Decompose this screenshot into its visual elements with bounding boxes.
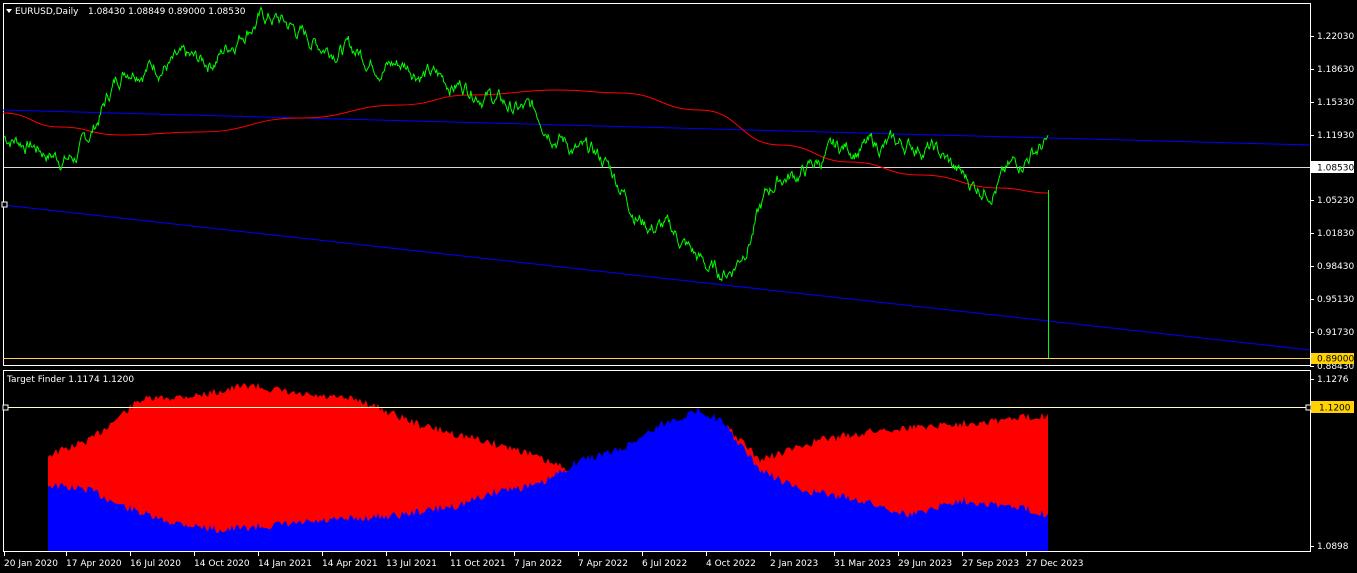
price-axis-label: 1.05230 bbox=[1317, 196, 1354, 206]
indicator-level-handle-left[interactable] bbox=[2, 404, 9, 411]
channel-anchor-handle[interactable] bbox=[1, 201, 8, 208]
indicator-axis[interactable]: 1.1276 1.1200 1.0898 bbox=[1310, 375, 1354, 552]
indicator-level-handle-right[interactable] bbox=[1305, 404, 1312, 411]
price-axis-label: 1.15330 bbox=[1317, 98, 1354, 108]
low-level-tag-text: 0.89000 bbox=[1317, 355, 1354, 365]
time-axis-label: 7 Apr 2022 bbox=[578, 559, 628, 569]
time-axis-label: 27 Dec 2023 bbox=[1026, 559, 1084, 569]
price-axis-label: 1.01830 bbox=[1317, 229, 1354, 239]
time-axis-label: 14 Apr 2021 bbox=[322, 559, 378, 569]
low-level-tag: 0.89000 bbox=[1311, 353, 1354, 365]
indicator-axis-top-label: 1.1276 bbox=[1317, 375, 1349, 385]
time-axis-label: 16 Jul 2020 bbox=[130, 559, 181, 569]
price-line bbox=[3, 6, 1049, 282]
current-price-tag: 1.08530 bbox=[1311, 161, 1354, 174]
time-axis-label: 13 Jul 2021 bbox=[386, 559, 437, 569]
price-axis-label: 1.18630 bbox=[1317, 65, 1354, 75]
time-axis-label: 14 Oct 2020 bbox=[194, 559, 250, 569]
current-price-tag-text: 1.08530 bbox=[1317, 164, 1354, 174]
price-axis-label: 0.91730 bbox=[1317, 328, 1354, 338]
price-axis-label: 1.22030 bbox=[1317, 32, 1354, 42]
price-axis[interactable]: 1.22030 1.18630 1.15330 1.11930 1.08530 1.052… bbox=[1310, 32, 1354, 372]
channel-upper-line[interactable] bbox=[2, 109, 1311, 146]
time-axis-label: 20 Jan 2020 bbox=[4, 559, 58, 569]
moving-average-line bbox=[2, 89, 1049, 194]
price-axis-label: 0.98430 bbox=[1317, 262, 1354, 272]
time-axis-label: 2 Jan 2023 bbox=[770, 559, 818, 569]
indicator-level-tag-text: 1.1200 bbox=[1319, 404, 1351, 414]
time-axis-label: 27 Sep 2023 bbox=[962, 559, 1019, 569]
symbol-label: EURUSD,Daily bbox=[15, 7, 79, 17]
chevron-down-icon[interactable] bbox=[6, 9, 12, 13]
time-axis-label: 29 Jun 2023 bbox=[898, 559, 952, 569]
time-axis-label: 14 Jan 2021 bbox=[258, 559, 312, 569]
time-axis-label: 17 Apr 2020 bbox=[66, 559, 122, 569]
time-axis-label: 6 Jul 2022 bbox=[642, 559, 687, 569]
chart-window[interactable]: EURUSD,Daily 1.08430 1.08849 0.89000 1.0… bbox=[0, 0, 1357, 573]
time-axis-label: 31 Mar 2023 bbox=[834, 559, 891, 569]
time-axis-label: 11 Oct 2021 bbox=[450, 559, 506, 569]
price-axis-label: 1.11930 bbox=[1317, 131, 1354, 141]
time-axis[interactable]: 20 Jan 2020 17 Apr 2020 16 Jul 2020 14 Oct … bbox=[4, 552, 1084, 569]
time-axis-label: 7 Jan 2022 bbox=[514, 559, 562, 569]
price-axis-label: 0.95130 bbox=[1317, 295, 1354, 305]
indicator-title: Target Finder 1.1174 1.1200 bbox=[6, 375, 134, 385]
chart-canvas[interactable]: EURUSD,Daily 1.08430 1.08849 0.89000 1.0… bbox=[0, 0, 1357, 573]
indicator-axis-bottom-label: 1.0898 bbox=[1317, 542, 1349, 552]
ohlc-values: 1.08430 1.08849 0.89000 1.08530 bbox=[88, 7, 246, 17]
time-axis-label: 4 Oct 2022 bbox=[706, 559, 756, 569]
